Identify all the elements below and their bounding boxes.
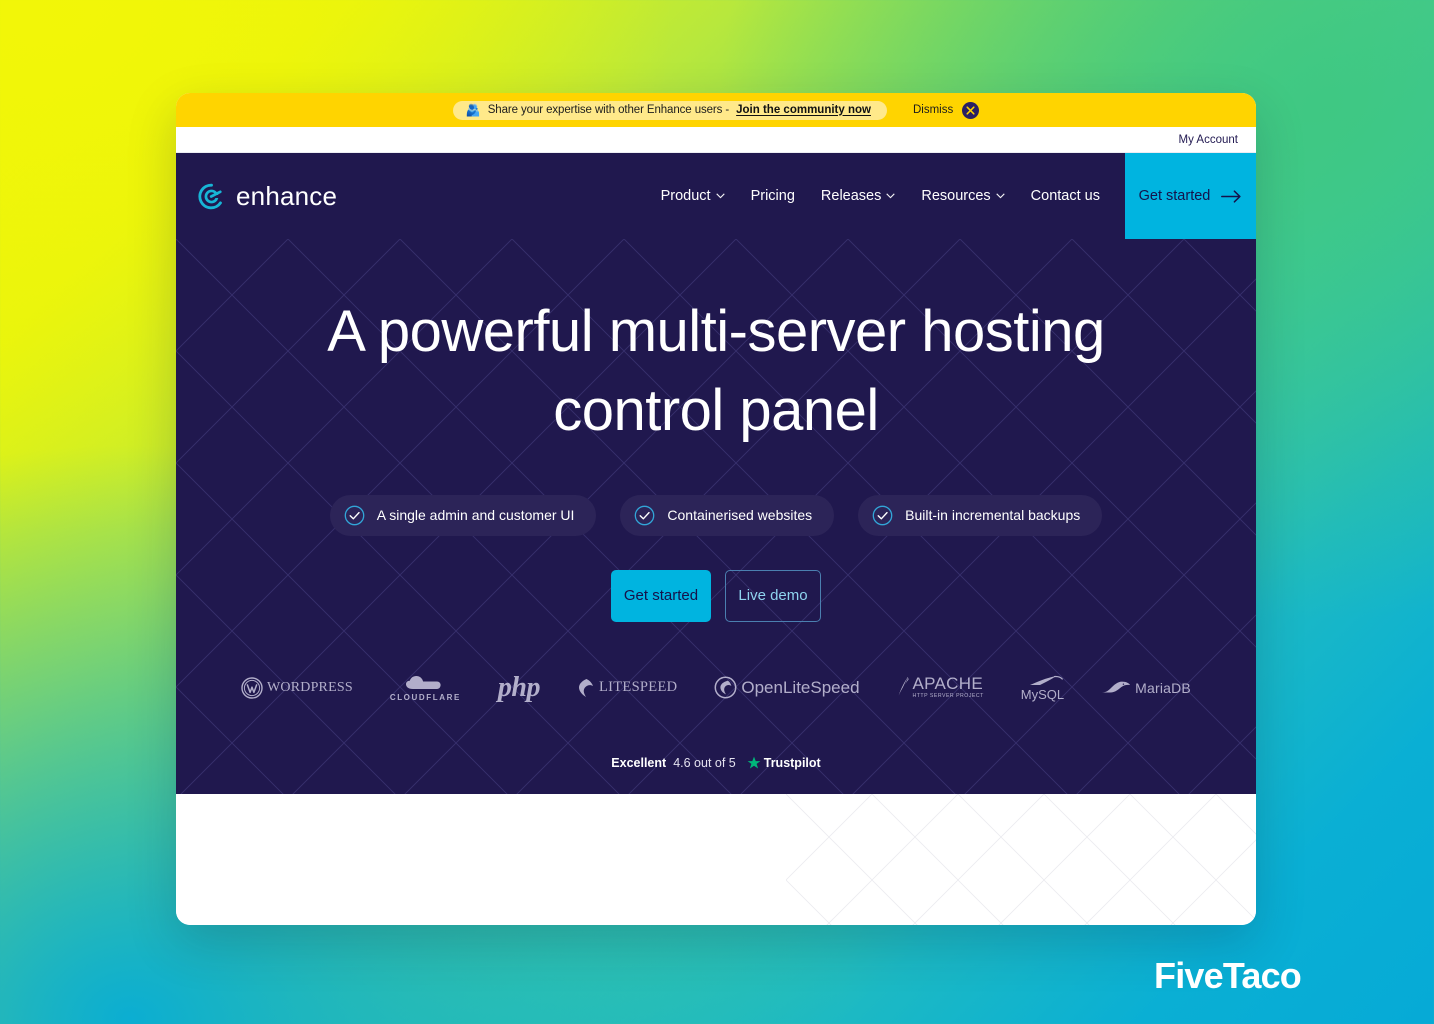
hero-content: A powerful multi-server hosting control … — [176, 239, 1256, 794]
dismiss-button[interactable]: Dismiss — [912, 101, 980, 119]
community-section: Community — [176, 794, 1256, 925]
feature-pill-containerised: Containerised websites — [620, 494, 835, 536]
openlitespeed-label: OpenLiteSpeed — [741, 677, 860, 697]
php-label: php — [497, 671, 541, 703]
brand-logo[interactable]: enhance — [198, 181, 337, 212]
feature-pill-label: A single admin and customer UI — [376, 507, 575, 524]
feature-pill-backups: Built-in incremental backups — [858, 494, 1103, 536]
nav-item-contact-us[interactable]: Contact us — [1018, 188, 1113, 204]
chevron-down-icon — [995, 193, 1005, 199]
nav-item-resources[interactable]: Resources — [908, 188, 1017, 204]
trustpilot-brand[interactable]: Trustpilot — [747, 756, 821, 770]
check-circle-icon — [872, 505, 893, 526]
feature-pill-label: Containerised websites — [667, 507, 813, 524]
dismiss-label: Dismiss — [912, 104, 954, 116]
nav-label: Pricing — [750, 188, 795, 204]
trustpilot-rating-word: Excellent — [611, 755, 667, 770]
mysql-label: MySQL — [1020, 686, 1065, 702]
nav-label: Resources — [921, 188, 991, 204]
check-circle-icon — [635, 505, 655, 526]
trustpilot-rating: Excellent 4.6 out of 5 Trustpilot — [611, 756, 820, 770]
apache-sublabel: HTTP SERVER PROJECT — [912, 693, 984, 700]
litespeed-label: LITESPEED — [598, 679, 678, 696]
nav-item-product[interactable]: Product — [648, 188, 738, 204]
join-community-link[interactable]: Join the community now — [736, 104, 871, 116]
wordpress-logo: WORDPRESS — [241, 677, 353, 699]
openlitespeed-logo: OpenLiteSpeed — [714, 676, 860, 699]
section-crosshatch-pattern — [786, 794, 1256, 925]
mariadb-logo: MariaDB — [1101, 680, 1191, 696]
hero-section: A powerful multi-server hosting control … — [176, 239, 1256, 794]
enhance-e-mark-icon — [198, 183, 225, 210]
mariadb-label: MariaDB — [1135, 679, 1191, 696]
trustpilot-score: 4.6 out of 5 — [673, 755, 736, 770]
nav-label: Product — [660, 188, 711, 204]
main-navigation: Product Pricing Releases Resources Conta… — [648, 153, 1113, 239]
header-cta-label: Get started — [1138, 188, 1211, 204]
mysql-logo: MySQL — [1021, 674, 1064, 702]
check-circle-icon — [344, 505, 365, 526]
php-logo: php — [497, 671, 541, 704]
hero-get-started-button[interactable]: Get started — [611, 569, 711, 622]
nav-label: Contact us — [1030, 188, 1100, 204]
people-hugging-icon: 🫂 — [465, 102, 481, 117]
announcement-text: Share your expertise with other Enhance … — [487, 103, 730, 116]
feature-pill-list: A single admin and customer UI Container… — [329, 494, 1103, 536]
technology-logo-row: WORDPRESS CLOUDFLARE php LITESPEED OpenL… — [211, 672, 1221, 704]
arrow-right-icon — [1221, 189, 1242, 203]
apache-logo: APACHE HTTP SERVER PROJECT — [897, 675, 984, 700]
trustpilot-brand-label: Trustpilot — [763, 755, 821, 770]
chevron-down-icon — [886, 193, 896, 199]
wordpress-label: WORDPRESS — [267, 679, 353, 695]
cloudflare-label: CLOUDFLARE — [389, 692, 461, 702]
litespeed-logo: LITESPEED — [577, 678, 677, 698]
hero-live-demo-button[interactable]: Live demo — [725, 569, 821, 622]
page-title: A powerful multi-server hosting control … — [327, 299, 1105, 443]
trustpilot-star-icon — [747, 756, 761, 769]
site-header: enhance Product Pricing Releases Resourc… — [176, 153, 1256, 239]
nav-item-releases[interactable]: Releases — [808, 188, 908, 204]
close-circle-icon[interactable] — [962, 101, 980, 119]
announcement-pill: 🫂 Share your expertise with other Enhanc… — [452, 100, 887, 120]
fivetaco-watermark: FiveTaco — [1154, 955, 1302, 996]
cloudflare-logo: CLOUDFLARE — [390, 674, 461, 702]
nav-label: Releases — [820, 188, 882, 204]
feature-pill-label: Built-in incremental backups — [905, 507, 1081, 524]
announcement-bar: 🫂 Share your expertise with other Enhanc… — [176, 93, 1256, 127]
my-account-link[interactable]: My Account — [1179, 134, 1238, 146]
utility-bar: My Account — [176, 127, 1256, 153]
brand-name: enhance — [236, 180, 338, 211]
chevron-down-icon — [715, 193, 725, 199]
header-get-started-button[interactable]: Get started — [1125, 153, 1256, 239]
nav-item-pricing[interactable]: Pricing — [738, 188, 808, 204]
hero-actions: Get started Live demo — [611, 569, 821, 622]
feature-pill-single-ui: A single admin and customer UI — [329, 494, 597, 536]
apache-label: APACHE — [912, 674, 983, 694]
website-screenshot-card: 🫂 Share your expertise with other Enhanc… — [176, 93, 1256, 925]
